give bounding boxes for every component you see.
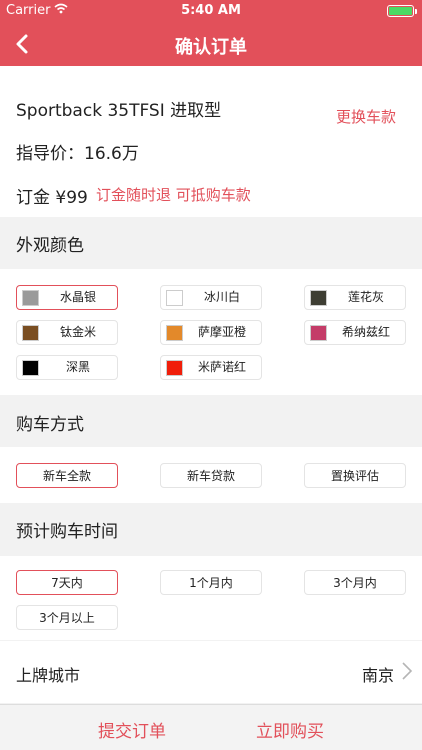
color-label: 希纳兹红 [341,325,390,339]
car-model: Sportback 35TFSI 进取型 [16,101,222,121]
clock: 5:40 AM [181,3,241,18]
color-swatch [310,290,327,306]
color-option[interactable]: 深黑 [16,355,118,380]
option-label: 新车贷款 [186,469,235,483]
page-title: 确认订单 [175,37,247,58]
color-option[interactable]: 莲花灰 [304,285,406,310]
color-label: 水晶银 [59,290,96,304]
color-label: 钛金米 [59,325,96,339]
purchase-section-title: 购车方式 [16,415,84,435]
color-label: 米萨诺红 [197,360,246,374]
timing-option[interactable]: 1个月内 [160,570,262,595]
submit-order-button[interactable]: 提交订单 [62,717,202,742]
option-label: 7天内 [51,576,83,590]
color-swatch [22,325,39,341]
car-info-panel: Sportback 35TFSI 进取型 更换车款 指导价：16.6万 订金 ¥… [0,66,422,217]
color-swatch [22,360,39,376]
color-label: 莲花灰 [347,290,384,304]
color-option[interactable]: 水晶银 [16,285,118,310]
bottom-action-bar: 提交订单 立即购买 [0,704,422,750]
option-label: 新车全款 [42,469,91,483]
color-swatch [310,325,327,341]
option-label: 3个月内 [333,576,377,590]
deposit-note: 订金随时退 可抵购车款 [96,186,251,204]
timing-panel: 7天内 1个月内 3个月内 3个月以上 [0,556,422,640]
color-option[interactable]: 米萨诺红 [160,355,262,380]
color-label: 萨摩亚橙 [197,325,246,339]
plate-city-label: 上牌城市 [16,666,81,685]
purchase-method-panel: 新车全款 新车贷款 置换评估 [0,447,422,503]
battery-icon [387,5,417,17]
chevron-right-icon [402,662,413,680]
purchase-option[interactable]: 新车全款 [16,463,118,488]
plate-city-value: 南京 [361,666,394,685]
color-option[interactable]: 希纳兹红 [304,320,406,345]
color-option[interactable]: 萨摩亚橙 [160,320,262,345]
color-option[interactable]: 冰川白 [160,285,262,310]
color-swatch [166,325,183,341]
timing-section-title: 预计购车时间 [16,522,118,542]
color-label: 深黑 [65,360,90,374]
color-swatch [166,360,183,376]
buy-now-button[interactable]: 立即购买 [220,717,360,742]
deposit-amount: 订金 ¥99 [16,188,88,208]
option-label: 3个月以上 [39,611,95,625]
status-bar: Carrier 5:40 AM [0,0,422,22]
guide-price: 指导价：16.6万 [16,144,139,164]
color-swatch [166,290,183,306]
option-label: 置换评估 [330,469,379,483]
nav-bar: 确认订单 [0,22,422,66]
color-option[interactable]: 钛金米 [16,320,118,345]
color-label: 冰川白 [203,290,240,304]
purchase-option[interactable]: 置换评估 [304,463,406,488]
exterior-section-title: 外观颜色 [16,236,84,256]
purchase-option[interactable]: 新车贷款 [160,463,262,488]
change-model-link[interactable]: 更换车款 [336,106,396,127]
timing-option[interactable]: 3个月以上 [16,605,118,630]
exterior-color-panel: 水晶银 冰川白 莲花灰钛金米 萨摩亚橙 希纳兹红深黑 米萨诺红 [0,269,422,395]
timing-option[interactable]: 3个月内 [304,570,406,595]
color-swatch [22,290,39,306]
plate-city-row[interactable]: 上牌城市 南京 [0,641,422,703]
timing-option[interactable]: 7天内 [16,570,118,595]
option-label: 1个月内 [189,576,233,590]
